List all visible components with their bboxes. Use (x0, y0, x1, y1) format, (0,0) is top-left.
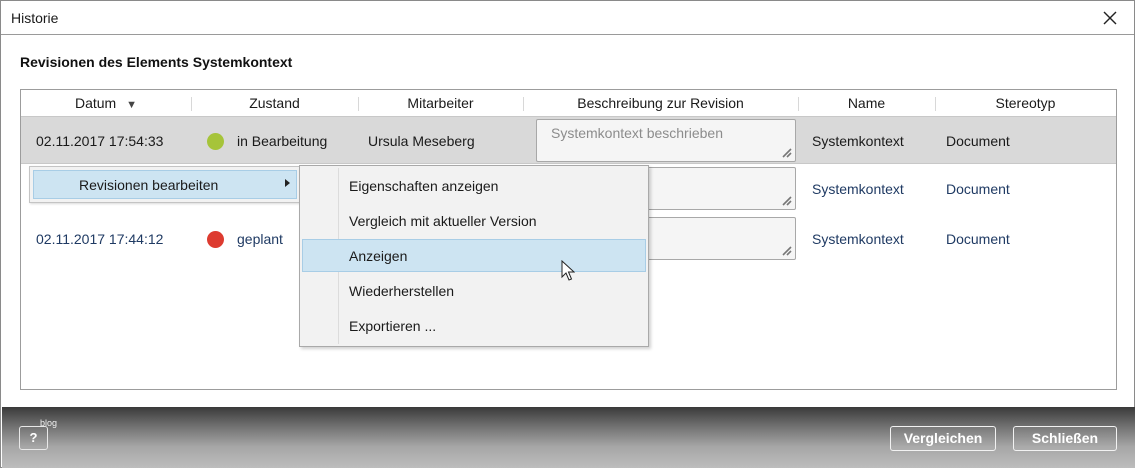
table-row[interactable]: 02.11.2017 17:54:33 in Bearbeitung Ursul… (21, 116, 1116, 164)
menu-item-label: Eigenschaften anzeigen (349, 178, 499, 194)
description-field[interactable]: Systemkontext beschrieben (536, 119, 796, 162)
menu-item-wiederherstellen[interactable]: Wiederherstellen (302, 274, 646, 307)
menu-item-exportieren[interactable]: Exportieren ... (302, 309, 646, 342)
menu-item-label: Exportieren ... (349, 318, 437, 334)
column-header-zustand[interactable]: Zustand (191, 90, 358, 116)
cell-stereotyp: Document (946, 181, 1010, 197)
cell-mitarbeiter: Ursula Meseberg (368, 133, 475, 149)
cell-name: Systemkontext (812, 231, 904, 247)
cell-stereotyp: Document (946, 231, 1010, 247)
cell-zustand: geplant (237, 231, 283, 247)
menu-item-vergleich[interactable]: Vergleich mit aktueller Version (302, 204, 646, 237)
resize-grip-icon[interactable] (778, 144, 792, 158)
column-header-datum[interactable]: Datum ▼ (21, 90, 191, 116)
resize-grip-icon[interactable] (778, 192, 792, 206)
history-dialog: Historie Revisionen des Elements Systemk… (0, 0, 1135, 468)
cell-name: Systemkontext (812, 181, 904, 197)
cell-datum: 02.11.2017 17:54:33 (36, 133, 164, 149)
table-header: Datum ▼ Zustand Mitarbeiter Beschreibung… (21, 90, 1116, 116)
compare-button[interactable]: Vergleichen (890, 426, 996, 451)
column-header-name[interactable]: Name (798, 90, 935, 116)
context-menu: Revisionen bearbeiten (29, 166, 301, 203)
menu-item-revisionen-bearbeiten[interactable]: Revisionen bearbeiten (33, 170, 297, 199)
menu-item-label: Revisionen bearbeiten (79, 177, 219, 193)
close-icon[interactable] (1100, 8, 1120, 28)
menu-item-anzeigen[interactable]: Anzeigen (302, 239, 646, 272)
cell-zustand: in Bearbeitung (237, 133, 328, 149)
column-header-datum-label: Datum (74, 95, 117, 111)
window-title: Historie (11, 10, 59, 26)
column-header-stereotyp[interactable]: Stereotyp (935, 90, 1116, 116)
close-button[interactable]: Schließen (1013, 426, 1117, 451)
status-in-progress-icon (207, 133, 224, 150)
sort-descending-icon: ▼ (126, 99, 137, 111)
blog-label: blog (40, 418, 58, 428)
help-button[interactable]: ? (19, 426, 48, 450)
section-title: Revisionen des Elements Systemkontext (20, 54, 293, 70)
context-submenu: Eigenschaften anzeigen Vergleich mit akt… (299, 165, 649, 347)
cell-name: Systemkontext (812, 133, 904, 149)
menu-item-label: Anzeigen (349, 248, 408, 264)
cell-stereotyp: Document (946, 133, 1010, 149)
resize-grip-icon[interactable] (778, 242, 792, 256)
title-bar: Historie (1, 1, 1134, 35)
menu-item-label: Vergleich mit aktueller Version (349, 213, 537, 229)
dialog-footer: ? blog Vergleichen Schließen (2, 407, 1135, 468)
submenu-arrow-icon (285, 179, 290, 187)
column-header-beschreibung[interactable]: Beschreibung zur Revision (523, 90, 798, 116)
menu-item-eigenschaften[interactable]: Eigenschaften anzeigen (302, 169, 646, 202)
column-header-mitarbeiter[interactable]: Mitarbeiter (358, 90, 523, 116)
cell-datum: 02.11.2017 17:44:12 (36, 231, 164, 247)
menu-item-label: Wiederherstellen (349, 283, 455, 299)
status-planned-icon (207, 231, 224, 248)
description-text: Systemkontext beschrieben (551, 125, 723, 141)
